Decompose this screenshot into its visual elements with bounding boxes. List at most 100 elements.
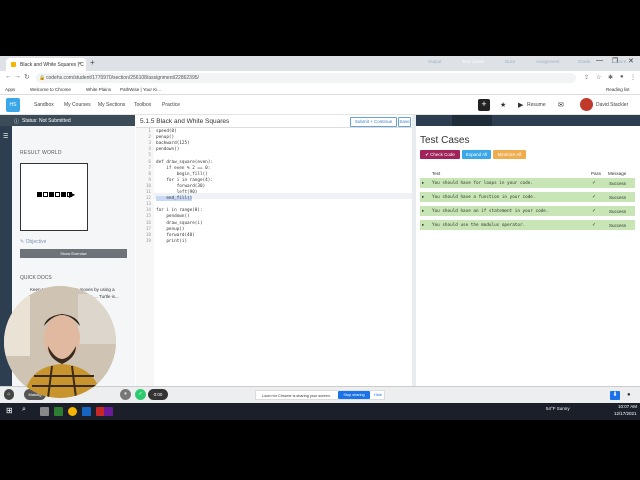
test-message: Success: [609, 194, 627, 200]
show-exercise-button[interactable]: Show Exercise: [20, 249, 127, 258]
tab-test-cases[interactable]: Test Cases: [462, 59, 484, 64]
notifications-icon[interactable]: ✉: [558, 101, 564, 109]
clock-date[interactable]: 12/17/2021: [614, 411, 637, 416]
test-row[interactable]: ▸ You should have for loops in your code.…: [420, 178, 635, 188]
task-view-icon[interactable]: [40, 407, 49, 416]
line-number: 6: [148, 159, 151, 165]
stop-sharing-button[interactable]: Stop sharing: [338, 391, 370, 399]
line-number: 16: [145, 220, 151, 226]
add-button[interactable]: +: [478, 99, 490, 111]
codehs-logo[interactable]: HS: [6, 98, 20, 112]
test-cases-title: Test Cases: [420, 135, 470, 146]
tab-docs[interactable]: Docs: [505, 59, 515, 64]
expand-arrow-icon[interactable]: ▸: [422, 208, 424, 214]
new-tab-icon[interactable]: +: [90, 58, 95, 67]
bookmark-white-plains[interactable]: White Plains: [86, 87, 111, 92]
url-bar[interactable]: 🔒 codehs.com/student/1770970/section/256…: [36, 73, 576, 83]
panel-splitter[interactable]: [412, 115, 416, 403]
hide-button[interactable]: Hide: [374, 393, 382, 397]
tab-assignment[interactable]: Assignment: [536, 59, 560, 64]
code-line[interactable]: penup(): [156, 135, 174, 140]
code-line[interactable]: forward(30): [156, 184, 205, 189]
webcam-bubble[interactable]: [4, 286, 116, 398]
submit-continue-button[interactable]: Submit + Continue: [350, 117, 397, 127]
avatar[interactable]: [580, 98, 593, 111]
save-button[interactable]: Save: [398, 117, 411, 127]
help-icon[interactable]: ●: [627, 392, 631, 398]
code-line[interactable]: def draw_square(even):: [156, 160, 213, 165]
result-world-label: RESULT WORLD: [20, 150, 62, 156]
line-number: 7: [148, 165, 151, 171]
clock-time[interactable]: 10:07 AM: [618, 404, 637, 409]
nav-my-courses[interactable]: My Courses: [64, 102, 91, 108]
browser-tab[interactable]: Black and White Squares | C ✕: [6, 58, 86, 71]
tab-more[interactable]: More: [616, 59, 626, 64]
chrome-icon[interactable]: [68, 407, 77, 416]
rail-docs-icon[interactable]: ☰: [3, 133, 8, 140]
search-icon[interactable]: ⌕: [22, 406, 26, 414]
extensions-icon[interactable]: ✱: [608, 74, 613, 81]
bookmark-welcome[interactable]: Welcome to Chrome: [30, 87, 71, 92]
code-line[interactable]: penup(): [156, 227, 184, 232]
close-window-icon[interactable]: ✕: [628, 57, 634, 65]
reload-icon[interactable]: ↻: [24, 73, 30, 81]
excel-icon[interactable]: [54, 407, 63, 416]
menu-icon[interactable]: ⋮: [630, 74, 636, 81]
nav-toolbox[interactable]: Toolbox: [134, 102, 151, 108]
nav-sandbox[interactable]: Sandbox: [34, 102, 54, 108]
home-icon[interactable]: ⌂: [4, 389, 14, 400]
test-row[interactable]: ▸ You should have an if statement in your…: [420, 206, 635, 216]
expand-all-button[interactable]: Expand All: [462, 150, 491, 159]
close-tab-icon[interactable]: ✕: [78, 61, 82, 67]
bookmark-star-icon[interactable]: ☆: [596, 74, 601, 81]
nav-my-sections[interactable]: My Sections: [98, 102, 125, 108]
edge-icon[interactable]: [82, 407, 91, 416]
windows-start-icon[interactable]: ⊞: [6, 406, 13, 415]
forward-icon[interactable]: →: [14, 73, 21, 80]
tab-output[interactable]: Output: [428, 59, 442, 64]
test-message: Success: [609, 208, 627, 214]
check-code-button[interactable]: ✔ Check Code: [420, 150, 460, 159]
bookmark-pathwise[interactable]: PathWise | Your Ki...: [120, 87, 161, 92]
check-icon[interactable]: ✓: [135, 389, 146, 400]
test-message: Success: [609, 222, 627, 228]
user-name[interactable]: David Stackler: [596, 102, 628, 108]
code-line[interactable]: draw_square(i): [156, 221, 202, 226]
objective-link[interactable]: ✎ Objective: [20, 239, 46, 245]
test-row[interactable]: ▸ You should have a function in your code…: [420, 192, 635, 202]
expand-arrow-icon[interactable]: ▸: [422, 180, 424, 186]
code-line[interactable]: pendown(): [156, 214, 189, 219]
status-text: Status: Not Submitted: [22, 118, 71, 124]
code-line[interactable]: pendown(): [156, 147, 179, 152]
expand-arrow-icon[interactable]: ▸: [422, 194, 424, 200]
pause-icon[interactable]: ⏸: [120, 389, 131, 400]
code-line[interactable]: forward(40): [156, 233, 194, 238]
minimize-all-button[interactable]: Minimize All: [493, 150, 526, 159]
share-icon[interactable]: ⇪: [584, 74, 589, 81]
bookmark-apps[interactable]: Apps: [5, 87, 15, 92]
resume-label[interactable]: Resume: [527, 102, 546, 108]
download-icon[interactable]: ⬇: [610, 391, 620, 400]
code-line[interactable]: left(90): [156, 190, 198, 195]
test-row[interactable]: ▸ You should use the modulus operator. ✓ Su…: [420, 220, 635, 230]
star-icon[interactable]: ★: [500, 101, 506, 109]
back-icon[interactable]: ←: [5, 73, 12, 80]
minimize-icon[interactable]: —: [596, 57, 603, 64]
profile-icon[interactable]: ●: [620, 74, 624, 80]
code-line[interactable]: begin_fill(): [156, 172, 208, 177]
nav-practice[interactable]: Practice: [162, 102, 180, 108]
expand-arrow-icon[interactable]: ▸: [422, 222, 424, 228]
onenote-icon[interactable]: [104, 407, 113, 416]
code-line[interactable]: end_fill(): [156, 196, 193, 202]
code-line[interactable]: print(i): [156, 239, 187, 244]
code-line[interactable]: if even % 2 == 0:: [156, 166, 210, 171]
presenter-image: [4, 286, 116, 398]
resume-icon[interactable]: ▶: [518, 101, 523, 109]
code-line[interactable]: for i in range(4):: [156, 178, 213, 183]
code-line[interactable]: speed(0): [156, 129, 177, 134]
weather[interactable]: 54°F Sunny: [546, 406, 570, 411]
reading-list[interactable]: Reading list: [606, 87, 630, 92]
tab-grade[interactable]: Grade: [578, 59, 591, 64]
code-line[interactable]: for i in range(8):: [156, 208, 203, 213]
code-line[interactable]: backward(125): [156, 141, 190, 146]
